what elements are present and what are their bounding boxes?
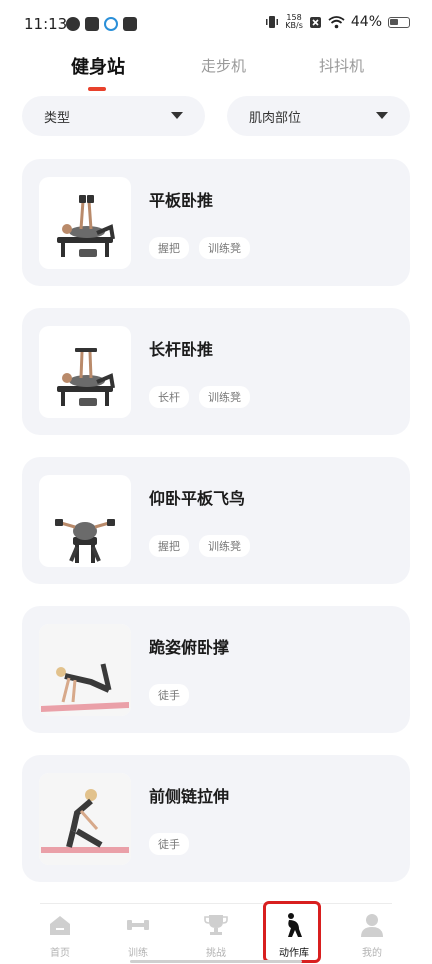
equipment-tag: 徒手 bbox=[149, 684, 189, 706]
exercise-title: 长杆卧推 bbox=[149, 340, 214, 359]
wifi-icon bbox=[328, 15, 345, 28]
equipment-tabs: 健身站 走步机 抖抖机 bbox=[0, 50, 432, 92]
camel-stretch-illustration bbox=[39, 773, 131, 865]
equipment-tag: 训练凳 bbox=[199, 386, 250, 408]
tab-fitness-station[interactable]: 健身站 bbox=[71, 53, 125, 79]
tab-vibration-machine[interactable]: 抖抖机 bbox=[319, 55, 364, 76]
exercise-card[interactable]: 前侧链拉伸 徒手 bbox=[22, 755, 410, 882]
exercise-thumbnail bbox=[39, 326, 131, 418]
exercise-card[interactable]: 长杆卧推 长杆 训练凳 bbox=[22, 308, 410, 435]
exercise-title: 仰卧平板飞鸟 bbox=[149, 489, 246, 508]
exercise-card[interactable]: 跪姿俯卧撑 徒手 bbox=[22, 606, 410, 733]
dumbbell-fly-illustration bbox=[55, 519, 115, 563]
exercise-title: 平板卧推 bbox=[149, 191, 214, 210]
muscle-filter-dropdown[interactable]: 肌肉部位 bbox=[227, 96, 410, 136]
battery-icon bbox=[388, 16, 410, 28]
status-time: 11:13 bbox=[24, 15, 68, 33]
equipment-tag: 握把 bbox=[149, 237, 189, 259]
exercise-title: 前侧链拉伸 bbox=[149, 787, 230, 806]
equipment-tag: 长杆 bbox=[149, 386, 189, 408]
nav-label: 我的 bbox=[362, 948, 382, 959]
check-badge-icon bbox=[66, 17, 80, 31]
exercise-thumbnail bbox=[39, 773, 131, 865]
stretch-figure-icon bbox=[288, 913, 302, 937]
exercise-card[interactable]: 平板卧推 握把 训练凳 bbox=[22, 159, 410, 286]
status-bar: 11:13 158 KB/s 44% bbox=[0, 0, 432, 50]
bench-press-illustration bbox=[57, 195, 115, 257]
vibrate-icon bbox=[266, 16, 279, 28]
equipment-tags: 握把 训练凳 bbox=[149, 237, 250, 259]
mail-icon bbox=[85, 17, 99, 31]
trophy-icon bbox=[204, 915, 228, 935]
nav-label: 首页 bbox=[50, 948, 70, 959]
dumbbell-icon bbox=[127, 920, 149, 930]
play-app-icon bbox=[123, 17, 137, 31]
nav-item-training[interactable]: 训练 bbox=[110, 912, 166, 959]
kneeling-pushup-illustration bbox=[39, 624, 131, 716]
caret-down-icon bbox=[171, 112, 183, 119]
exercise-library-page: 11:13 158 KB/s 44% 健身站 走步机 抖抖机 类型 肌肉部位 平… bbox=[0, 0, 432, 964]
active-tab-indicator bbox=[88, 87, 106, 91]
sim-off-icon bbox=[309, 16, 321, 28]
network-speed: 158 KB/s bbox=[285, 14, 303, 30]
type-filter-label: 类型 bbox=[44, 111, 71, 126]
gesture-home-bar[interactable] bbox=[130, 960, 302, 963]
nav-label: 动作库 bbox=[279, 948, 309, 959]
bottom-navigation: 首页 训练 挑战 动作库 我的 bbox=[0, 906, 432, 964]
user-icon bbox=[361, 914, 383, 937]
equipment-tags: 徒手 bbox=[149, 684, 189, 706]
muscle-filter-label: 肌肉部位 bbox=[249, 111, 302, 126]
exercise-thumbnail bbox=[39, 475, 131, 567]
tab-treadmill[interactable]: 走步机 bbox=[201, 55, 246, 76]
nav-label: 挑战 bbox=[206, 948, 226, 959]
caret-down-icon bbox=[376, 112, 388, 119]
exercise-thumbnail bbox=[39, 177, 131, 269]
equipment-tag: 训练凳 bbox=[199, 237, 250, 259]
nav-item-exercise-library[interactable]: 动作库 bbox=[266, 912, 322, 959]
nav-label: 训练 bbox=[128, 948, 148, 959]
equipment-tag: 握把 bbox=[149, 535, 189, 557]
nav-item-home[interactable]: 首页 bbox=[32, 912, 88, 959]
barbell-bench-press-illustration bbox=[57, 348, 115, 406]
nav-item-profile[interactable]: 我的 bbox=[344, 912, 400, 959]
nav-item-challenge[interactable]: 挑战 bbox=[188, 912, 244, 959]
battery-percent: 44% bbox=[350, 14, 382, 30]
nav-divider bbox=[40, 903, 392, 904]
equipment-tags: 握把 训练凳 bbox=[149, 535, 250, 557]
notification-icons bbox=[66, 17, 137, 31]
equipment-tags: 长杆 训练凳 bbox=[149, 386, 250, 408]
exercise-title: 跪姿俯卧撑 bbox=[149, 638, 230, 657]
home-icon bbox=[50, 916, 70, 935]
equipment-tags: 徒手 bbox=[149, 833, 189, 855]
system-icons: 158 KB/s 44% bbox=[265, 14, 410, 30]
network-speed-unit: KB/s bbox=[285, 21, 303, 30]
exercise-thumbnail bbox=[39, 624, 131, 716]
exercise-card[interactable]: 仰卧平板飞鸟 握把 训练凳 bbox=[22, 457, 410, 584]
equipment-tag: 徒手 bbox=[149, 833, 189, 855]
type-filter-dropdown[interactable]: 类型 bbox=[22, 96, 205, 136]
app-notification-icon bbox=[104, 17, 118, 31]
equipment-tag: 训练凳 bbox=[199, 535, 250, 557]
